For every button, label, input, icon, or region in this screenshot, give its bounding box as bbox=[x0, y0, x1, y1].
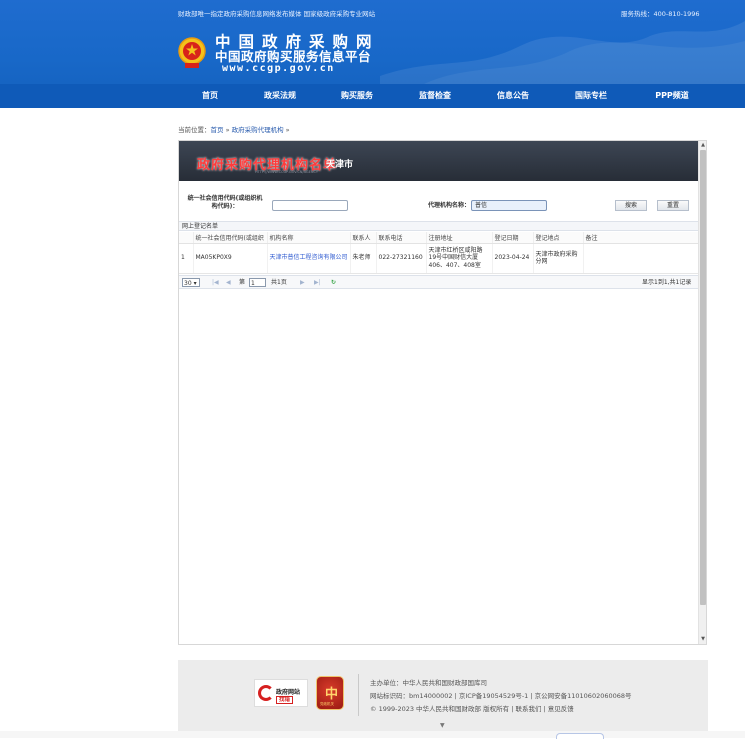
banner-url: HTTP://WWW.CCGP.GOV.CN/AGENCY bbox=[255, 170, 318, 174]
credit-code-input[interactable] bbox=[272, 200, 348, 211]
agency-table: 统一社会信用代码(或组织 机构名称 联系人 联系电话 注册地址 登记日期 登记地… bbox=[179, 232, 699, 274]
bottom-strip bbox=[0, 731, 745, 738]
site-logo[interactable]: 中国政府采购网 中国政府购买服务信息平台 www.ccgp.gov.cn bbox=[177, 34, 427, 78]
col-address[interactable]: 注册地址 bbox=[426, 232, 493, 244]
nav-home[interactable]: 首页 bbox=[190, 84, 230, 108]
party-gov-org-badge[interactable]: 中 党政机关 bbox=[316, 676, 344, 710]
code-label-line1: 统一社会信用代码(或组织机 bbox=[187, 195, 263, 202]
first-page-icon[interactable]: |◀ bbox=[212, 278, 219, 287]
error-report-icon bbox=[258, 685, 274, 701]
scroll-down-icon[interactable]: ▼ bbox=[700, 635, 706, 643]
col-phone[interactable]: 联系电话 bbox=[376, 232, 427, 244]
scroll-up-icon[interactable]: ▲ bbox=[700, 141, 706, 149]
nav-purchase-services[interactable]: 购买服务 bbox=[335, 84, 379, 108]
nav-ppp[interactable]: PPP频道 bbox=[647, 84, 697, 108]
footer-expand-icon[interactable]: ▼ bbox=[440, 722, 445, 729]
footer-sponsor: 主办单位：中华人民共和国财政部国库司 bbox=[370, 679, 487, 687]
gov-site-error-report-badge[interactable]: 政府网站 找错 bbox=[254, 679, 308, 707]
table-row[interactable]: 1 MA05KP0X9 天津市普信工程咨询有限公司 朱老师 022-273211… bbox=[179, 243, 699, 274]
breadcrumb-tail: » bbox=[283, 126, 290, 134]
breadcrumb-agency[interactable]: 政府采购代理机构 bbox=[232, 126, 284, 134]
nav-announcements[interactable]: 信息公告 bbox=[491, 84, 535, 108]
row-date: 2023-04-24 bbox=[492, 243, 534, 274]
last-page-icon[interactable]: ▶| bbox=[314, 278, 321, 287]
pagination-bar: 30 ▾ |◀ ◀ 第 1 共1页 ▶ ▶| ↻ 显示1到1,共1记录 bbox=[179, 275, 698, 289]
row-address: 天津市红桥区咸阳路19号中国财信大厦406、407、408室 bbox=[426, 243, 493, 274]
breadcrumb-home[interactable]: 首页 bbox=[211, 126, 224, 134]
panel-scrollbar[interactable]: ▲ ▼ bbox=[698, 141, 706, 644]
banner-city: 天津市 bbox=[326, 160, 354, 170]
refresh-icon[interactable]: ↻ bbox=[331, 278, 336, 287]
breadcrumb-prefix: 当前位置： bbox=[178, 126, 211, 134]
col-index bbox=[179, 232, 194, 244]
table-header-row: 统一社会信用代码(或组织 机构名称 联系人 联系电话 注册地址 登记日期 登记地… bbox=[179, 232, 699, 244]
next-page-icon[interactable]: ▶ bbox=[300, 278, 305, 287]
col-agency-name[interactable]: 机构名称 bbox=[267, 232, 351, 244]
footer-icp: 网站标识码：bm14000002 | 京ICP备19054529号-1 | 京公… bbox=[370, 692, 632, 700]
code-label-line2: 构代码)： bbox=[211, 203, 239, 210]
record-summary: 显示1到1,共1记录 bbox=[642, 279, 692, 286]
nav-procurement-law[interactable]: 政采法规 bbox=[258, 84, 302, 108]
reset-button[interactable]: 重置 bbox=[657, 200, 689, 211]
search-button[interactable]: 搜索 bbox=[615, 200, 647, 211]
agency-name-label: 代理机构名称： bbox=[427, 202, 470, 209]
section-title: 网上登记名单 bbox=[179, 221, 698, 231]
nav-supervision[interactable]: 监督检查 bbox=[413, 84, 457, 108]
col-credit-code[interactable]: 统一社会信用代码(或组织 bbox=[193, 232, 268, 244]
badge-line1: 政府网站 bbox=[276, 689, 301, 696]
bottom-tab-handle[interactable] bbox=[556, 733, 604, 739]
row-credit-code: MA05KP0X9 bbox=[193, 243, 268, 274]
agency-banner: 政府采购代理机构名单 HTTP://WWW.CCGP.GOV.CN/AGENCY… bbox=[179, 141, 698, 181]
col-note[interactable]: 备注 bbox=[583, 232, 699, 244]
nav-international[interactable]: 国际专栏 bbox=[569, 84, 613, 108]
row-contact: 朱老师 bbox=[350, 243, 377, 274]
code-label: 统一社会信用代码(或组织机 构代码)： bbox=[185, 195, 265, 211]
breadcrumb-separator: » bbox=[223, 126, 232, 134]
footer-divider bbox=[358, 674, 359, 716]
row-phone: 022-27321160 bbox=[376, 243, 427, 274]
page-size-select[interactable]: 30 ▾ bbox=[182, 278, 200, 287]
party-gov-emblem-icon: 中 bbox=[325, 687, 339, 702]
chevron-down-icon: ▾ bbox=[193, 280, 197, 287]
row-note bbox=[583, 243, 699, 274]
national-emblem-icon bbox=[178, 37, 206, 68]
badge-line2: 找错 bbox=[276, 696, 294, 704]
logo-subtitle: 中国政府购买服务信息平台 bbox=[215, 49, 372, 64]
page-prefix: 第 bbox=[239, 279, 246, 286]
site-footer: 政府网站 找错 中 党政机关 主办单位：中华人民共和国财政部国库司 网站标识码：… bbox=[178, 660, 708, 731]
row-index: 1 bbox=[179, 243, 194, 274]
logo-title: 中国政府采购网 bbox=[215, 32, 380, 51]
col-place[interactable]: 登记地点 bbox=[533, 232, 584, 244]
main-nav: 首页 政采法规 购买服务 监督检查 信息公告 国际专栏 PPP频道 bbox=[0, 84, 745, 108]
page-total: 共1页 bbox=[271, 279, 287, 286]
row-place: 天津市政府采购分网 bbox=[533, 243, 584, 274]
footer-copyright: © 1999-2023 中华人民共和国财政部 版权所有 | 联系我们 | 意见反… bbox=[370, 705, 574, 713]
header-wave-decoration bbox=[380, 21, 745, 86]
badge2-caption: 党政机关 bbox=[320, 702, 334, 706]
agency-list-panel: 政府采购代理机构名单 HTTP://WWW.CCGP.GOV.CN/AGENCY… bbox=[178, 140, 707, 645]
top-bar-tagline: 财政部唯一指定政府采购信息网络发布媒体 国家级政府采购专业网站 bbox=[178, 10, 376, 18]
breadcrumb: 当前位置：首页 » 政府采购代理机构 » bbox=[178, 124, 290, 134]
top-bar: 财政部唯一指定政府采购信息网络发布媒体 国家级政府采购专业网站 服务热线：400… bbox=[0, 0, 745, 24]
logo-url: www.ccgp.gov.cn bbox=[222, 63, 335, 74]
page-number-input[interactable]: 1 bbox=[249, 278, 266, 287]
site-header: 财政部唯一指定政府采购信息网络发布媒体 国家级政府采购专业网站 服务热线：400… bbox=[0, 0, 745, 108]
service-hotline: 服务热线：400-810-1996 bbox=[621, 10, 700, 18]
search-form: 统一社会信用代码(或组织机 构代码)： 代理机构名称： 普信 搜索 重置 bbox=[179, 193, 698, 219]
scroll-thumb[interactable] bbox=[700, 150, 706, 605]
prev-page-icon[interactable]: ◀ bbox=[226, 278, 231, 287]
col-contact[interactable]: 联系人 bbox=[350, 232, 377, 244]
row-agency-name-link[interactable]: 天津市普信工程咨询有限公司 bbox=[267, 243, 351, 274]
col-date[interactable]: 登记日期 bbox=[492, 232, 534, 244]
agency-name-input[interactable]: 普信 bbox=[471, 200, 547, 211]
page-size-value: 30 bbox=[184, 280, 192, 287]
